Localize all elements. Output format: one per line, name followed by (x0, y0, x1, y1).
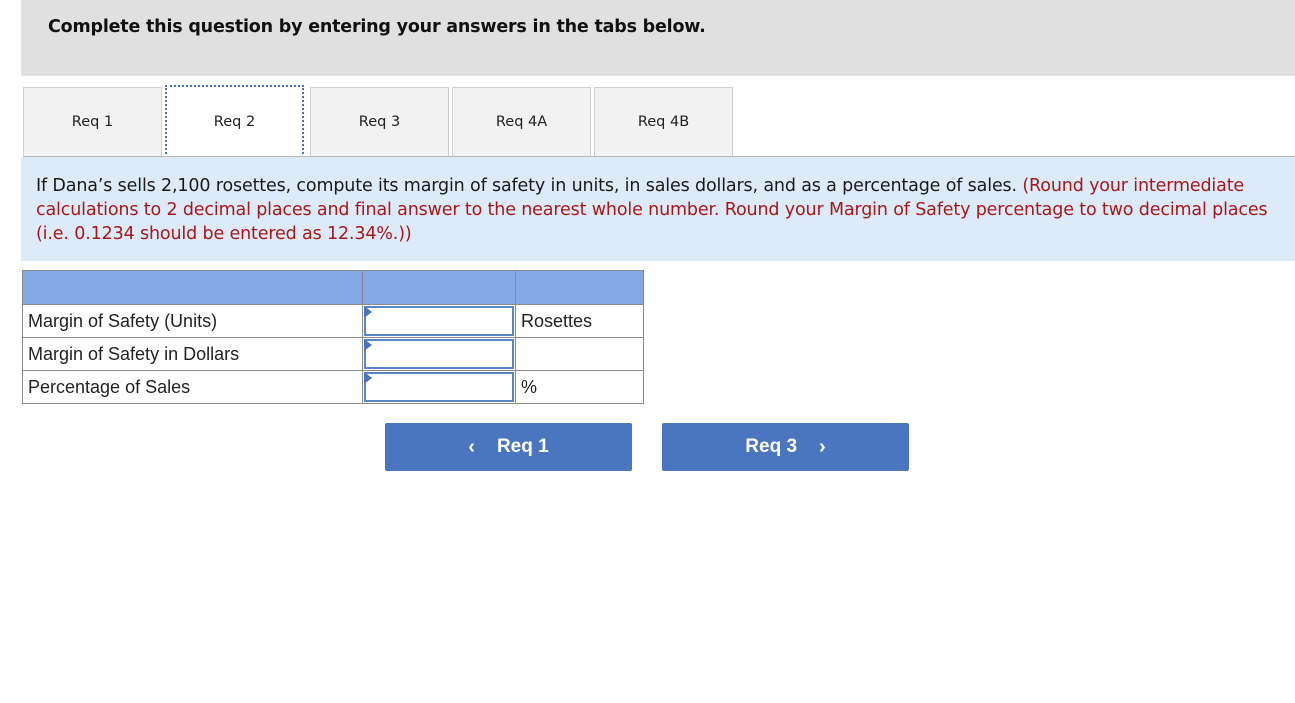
next-req-label: Req 3 (745, 436, 798, 457)
row-unit: Rosettes (515, 304, 644, 338)
input-flag-icon (364, 306, 372, 318)
prev-req-button[interactable]: ‹ Req 1 (385, 423, 632, 471)
instruction-banner: Complete this question by entering your … (21, 0, 1295, 76)
header-cell (22, 270, 363, 305)
question-text: If Dana’s sells 2,100 rosettes, compute … (36, 176, 1017, 196)
tab-req-2[interactable]: Req 2 (165, 85, 304, 158)
row-label: Margin of Safety (Units) (22, 304, 363, 338)
row-unit: % (515, 370, 644, 404)
input-cell (362, 370, 516, 404)
margin-of-safety-dollars-input[interactable] (364, 339, 514, 369)
next-req-button[interactable]: Req 3 › (662, 423, 909, 471)
percentage-of-sales-input[interactable] (364, 372, 514, 402)
input-flag-icon (364, 372, 372, 384)
table-row: Percentage of Sales % (22, 370, 644, 404)
tab-req-4a[interactable]: Req 4A (452, 87, 591, 156)
question-prompt: If Dana’s sells 2,100 rosettes, compute … (21, 157, 1295, 261)
table-header-row (22, 270, 644, 305)
row-label: Margin of Safety in Dollars (22, 337, 363, 371)
chevron-right-icon: › (819, 435, 826, 458)
chevron-left-icon: ‹ (468, 435, 475, 458)
instruction-text: Complete this question by entering your … (48, 17, 706, 37)
header-cell (362, 270, 516, 305)
row-unit (515, 337, 644, 371)
prev-req-label: Req 1 (496, 436, 549, 457)
answer-table: Margin of Safety (Units) Rosettes Margin… (22, 270, 644, 404)
row-label: Percentage of Sales (22, 370, 363, 404)
input-cell (362, 337, 516, 371)
input-flag-icon (364, 339, 372, 351)
input-cell (362, 304, 516, 338)
tab-req-4b[interactable]: Req 4B (594, 87, 733, 156)
tab-req-1[interactable]: Req 1 (23, 87, 162, 156)
header-cell (515, 270, 644, 305)
table-row: Margin of Safety in Dollars (22, 337, 644, 371)
tab-req-3[interactable]: Req 3 (310, 87, 449, 156)
table-row: Margin of Safety (Units) Rosettes (22, 304, 644, 338)
margin-of-safety-units-input[interactable] (364, 306, 514, 336)
